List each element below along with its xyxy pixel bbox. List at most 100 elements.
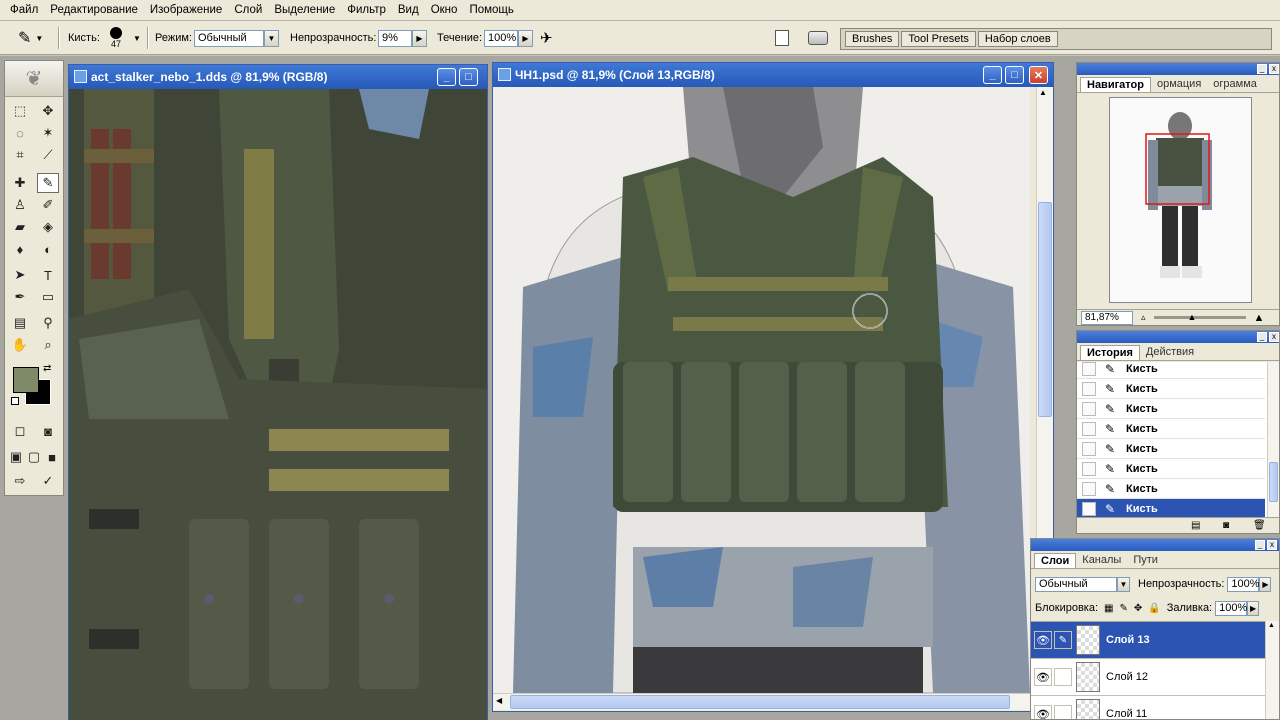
history-state[interactable]: ✎ Кисть [1077, 439, 1265, 459]
foreground-color-swatch[interactable] [13, 367, 39, 393]
tab-layers[interactable]: Слои [1034, 553, 1077, 568]
screen-mode-full-icon[interactable]: ■ [43, 447, 61, 467]
navigator-preview[interactable] [1109, 97, 1252, 303]
fill-arrow-icon[interactable]: ▶ [1247, 600, 1260, 616]
zoom-in-icon[interactable]: ▲ [1254, 312, 1265, 324]
tab-actions[interactable]: Действия [1140, 345, 1200, 360]
magic-wand-tool-icon[interactable]: ✶ [37, 123, 59, 143]
tool-preset-picker[interactable]: ✎ ▼ [18, 21, 43, 55]
hand-tool-icon[interactable]: ✋ [9, 335, 31, 355]
brush-picker-arrow-icon[interactable]: ▼ [133, 34, 141, 43]
layer-row-selected[interactable]: 👁 ✎ Слой 13 [1031, 622, 1265, 659]
maximize-button[interactable]: □ [1005, 66, 1024, 84]
vertical-scroll-thumb[interactable] [1038, 202, 1052, 417]
layer-link-box[interactable] [1054, 705, 1072, 719]
menu-window[interactable]: Окно [425, 0, 464, 21]
tab-history[interactable]: История [1080, 345, 1140, 360]
menu-filter[interactable]: Фильтр [341, 0, 392, 21]
crop-tool-icon[interactable]: ⌗ [9, 145, 31, 165]
document-window-texture[interactable]: act_stalker_nebo_1.dds @ 81,9% (RGB/8) _… [68, 64, 488, 720]
scroll-up-icon[interactable]: ▲ [1268, 622, 1275, 629]
zoom-slider-thumb[interactable]: ▲ [1188, 312, 1197, 322]
history-snapshot-checkbox[interactable] [1082, 362, 1096, 376]
lock-position-icon[interactable]: ✥ [1134, 603, 1142, 614]
layer-opacity-input[interactable]: 100% [1227, 576, 1260, 592]
file-browser-icon[interactable] [775, 30, 789, 46]
tab-channels[interactable]: Каналы [1076, 553, 1127, 568]
layer-row[interactable]: 👁 Слой 12 [1031, 659, 1265, 696]
dodge-tool-icon[interactable]: ◐ [37, 239, 59, 259]
jump-to-imageready-icon[interactable]: ⇨ [9, 471, 31, 491]
flow-input[interactable]: 100% [484, 29, 518, 47]
blur-tool-icon[interactable]: ♦ [9, 239, 31, 259]
flow-slider-arrow-icon[interactable]: ▶ [518, 29, 533, 47]
lock-transparency-icon[interactable]: ▦ [1104, 603, 1113, 614]
eye-icon[interactable]: 👁 [1034, 705, 1052, 719]
brush-tool-icon[interactable]: ✎ [37, 173, 59, 193]
brush-picker[interactable]: 47 [110, 21, 122, 55]
palette-title-bar[interactable]: _ x [1077, 331, 1279, 343]
imageready-icon[interactable]: ✓ [37, 471, 59, 491]
document-title-bar[interactable]: act_stalker_nebo_1.dds @ 81,9% (RGB/8) _… [69, 65, 487, 89]
history-scrollbar[interactable] [1267, 362, 1279, 517]
notes-tool-icon[interactable]: ▤ [9, 313, 31, 333]
mode-select[interactable]: Обычный [194, 29, 264, 47]
layer-opacity-arrow-icon[interactable]: ▶ [1259, 576, 1272, 592]
palette-title-bar[interactable]: _ x [1031, 539, 1279, 551]
history-snapshot-checkbox[interactable] [1082, 401, 1096, 416]
layers-scrollbar[interactable]: ▲ [1265, 621, 1279, 719]
eye-icon[interactable]: 👁 [1034, 668, 1052, 686]
history-state[interactable]: ✎ Кисть [1077, 419, 1265, 439]
opacity-slider-arrow-icon[interactable]: ▶ [412, 29, 427, 47]
palette-close-button[interactable]: x [1269, 64, 1279, 74]
navigator-zoom-input[interactable]: 81,87% [1081, 310, 1133, 325]
blend-mode-select[interactable]: Обычный [1035, 576, 1117, 592]
horizontal-scrollbar[interactable]: ◀ [493, 693, 1038, 710]
path-selection-tool-icon[interactable]: ➤ [9, 265, 31, 285]
new-snapshot-icon[interactable]: ◙ [1223, 520, 1229, 531]
screen-mode-menu-icon[interactable]: ▢ [25, 447, 43, 467]
pen-tool-icon[interactable]: ✒ [9, 287, 31, 307]
history-state[interactable]: ✎ Кисть [1077, 479, 1265, 499]
palette-well-toggle-icon[interactable] [808, 31, 828, 45]
history-state[interactable]: ✎ Кисть [1077, 459, 1265, 479]
quick-mask-mode-icon[interactable]: ◙ [37, 421, 59, 441]
menu-edit[interactable]: Редактирование [44, 0, 144, 21]
layer-name[interactable]: Слой 12 [1106, 671, 1148, 683]
minimize-button[interactable]: _ [437, 68, 456, 86]
history-snapshot-checkbox[interactable] [1082, 421, 1096, 436]
history-snapshot-checkbox[interactable] [1082, 381, 1096, 396]
palette-close-button[interactable]: x [1267, 540, 1277, 550]
palette-minimize-button[interactable]: _ [1257, 64, 1267, 74]
type-tool-icon[interactable]: T [37, 265, 59, 285]
fill-input[interactable]: 100% [1215, 600, 1247, 616]
history-brush-tool-icon[interactable]: ✐ [37, 195, 59, 215]
lasso-tool-icon[interactable]: ◌ [9, 123, 31, 143]
swap-colors-icon[interactable]: ⇄ [43, 363, 51, 374]
palette-title-bar[interactable]: _ x [1077, 63, 1279, 75]
lock-image-icon[interactable]: ✎ [1119, 603, 1127, 614]
close-button[interactable]: ✕ [1029, 66, 1048, 84]
lock-all-icon[interactable]: 🔒 [1148, 603, 1160, 614]
opacity-input[interactable]: 9% [378, 29, 412, 47]
maximize-button[interactable]: □ [459, 68, 478, 86]
eye-icon[interactable]: 👁 [1034, 631, 1052, 649]
history-snapshot-checkbox[interactable] [1082, 441, 1096, 456]
mode-dropdown-icon[interactable]: ▼ [264, 29, 279, 47]
layer-name[interactable]: Слой 13 [1106, 634, 1150, 646]
history-state[interactable]: ✎ Кисть [1077, 362, 1265, 379]
trash-icon[interactable]: 🗑 [1253, 520, 1266, 531]
document-title-bar[interactable]: ЧН1.psd @ 81,9% (Слой 13,RGB/8) _ □ ✕ [493, 63, 1053, 87]
airbrush-icon[interactable]: ✈ [540, 29, 553, 47]
history-state-current[interactable]: ✎ Кисть [1077, 499, 1265, 517]
shape-tool-icon[interactable]: ▭ [37, 287, 59, 307]
menu-layer[interactable]: Слой [228, 0, 268, 21]
tab-navigator[interactable]: Навигатор [1080, 77, 1151, 92]
eyedropper-tool-icon[interactable]: ⚲ [37, 313, 59, 333]
standard-mode-icon[interactable]: ◻ [9, 421, 31, 441]
zoom-tool-icon[interactable]: ⌕ [37, 335, 59, 355]
zoom-slider[interactable]: ▲ [1153, 312, 1246, 322]
canvas-character[interactable] [493, 87, 1030, 693]
minimize-button[interactable]: _ [983, 66, 1002, 84]
default-colors-icon[interactable] [11, 397, 19, 405]
